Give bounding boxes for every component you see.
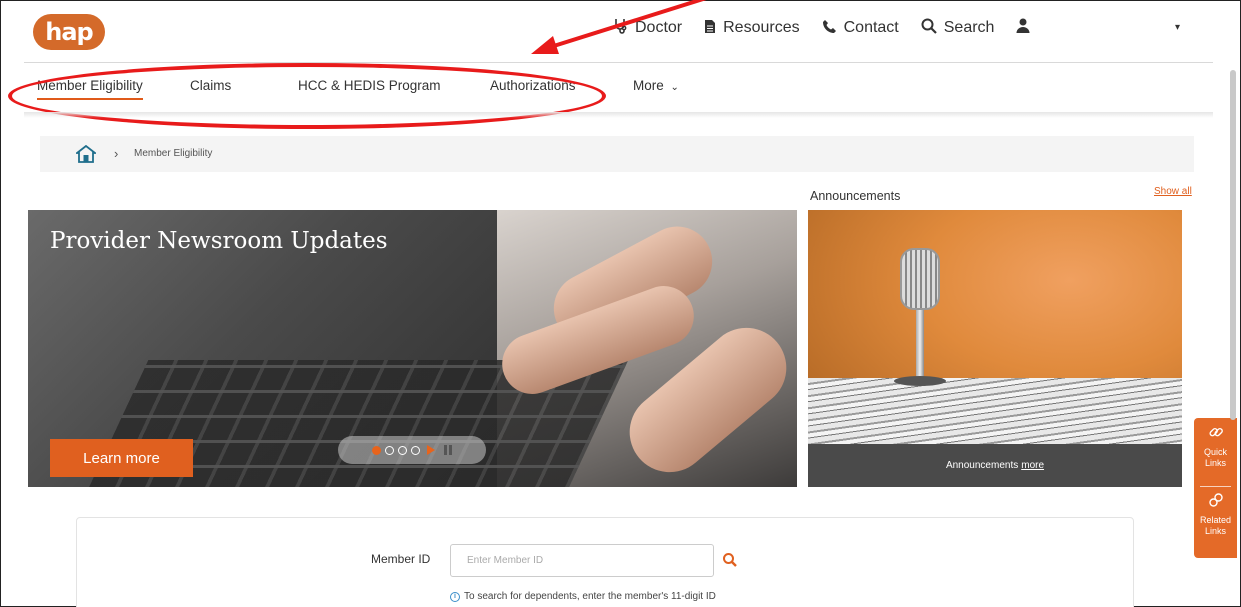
chevron-down-icon: ⌄ — [670, 82, 679, 93]
contact-link[interactable]: Contact — [822, 19, 899, 38]
carousel-dot[interactable] — [398, 445, 407, 455]
learn-more-button[interactable]: Learn more — [50, 439, 193, 477]
quick-links-label-2: Links — [1204, 458, 1226, 468]
microphone-base — [894, 376, 946, 386]
user-menu-caret-icon[interactable]: ▾ — [1175, 22, 1180, 33]
hap-logo[interactable]: hap — [33, 14, 105, 50]
search-label: Search — [943, 19, 995, 36]
phone-icon — [822, 19, 837, 38]
member-id-hint: i To search for dependents, enter the me… — [450, 591, 716, 602]
announcements-card[interactable]: Announcements more — [808, 210, 1182, 487]
hero-carousel[interactable]: Provider Newsroom Updates Learn more — [28, 210, 797, 487]
member-id-hint-text: To search for dependents, enter the memb… — [464, 591, 716, 602]
link-icon — [1208, 424, 1224, 447]
search-icon — [921, 18, 937, 38]
quick-links-tab[interactable]: Quick Links — [1194, 424, 1237, 469]
member-search-icon[interactable] — [722, 552, 738, 568]
side-tab-divider — [1200, 486, 1231, 487]
info-icon: i — [450, 591, 460, 602]
related-links-label-2: Links — [1204, 526, 1226, 536]
announcements-title: Announcements — [810, 189, 901, 203]
side-links-tab: Quick Links Related Links — [1194, 418, 1237, 558]
nav-shadow — [24, 112, 1213, 118]
newspapers-graphic — [808, 378, 1182, 444]
play-icon[interactable] — [427, 445, 435, 455]
annotation-arrow-icon — [531, 0, 707, 54]
quick-links-label-1: Quick — [1203, 447, 1227, 457]
announcements-footer: Announcements more — [808, 444, 1182, 487]
pause-icon[interactable] — [444, 445, 452, 455]
chain-icon — [1208, 492, 1224, 515]
carousel-controls — [338, 436, 486, 464]
announcements-more-link[interactable]: more — [1021, 460, 1044, 471]
home-icon[interactable] — [76, 145, 96, 163]
carousel-dot[interactable] — [411, 445, 420, 455]
member-id-input[interactable] — [450, 544, 714, 577]
annotation-oval — [8, 63, 606, 129]
related-links-tab[interactable]: Related Links — [1194, 492, 1237, 537]
nav-more[interactable]: More ⌄ — [633, 78, 679, 93]
hero-title: Provider Newsroom Updates — [50, 228, 388, 254]
breadcrumb: › Member Eligibility — [40, 136, 1194, 172]
user-icon[interactable] — [1016, 18, 1030, 38]
related-links-label-1: Related — [1199, 515, 1232, 525]
breadcrumb-current: Member Eligibility — [134, 148, 213, 159]
microphone-image — [808, 210, 1182, 444]
contact-label: Contact — [843, 19, 899, 36]
nav-more-label: More — [633, 78, 664, 93]
header-divider — [24, 62, 1213, 63]
announcements-footer-text: Announcements — [945, 460, 1019, 471]
microphone-icon — [900, 248, 940, 310]
microphone-stand — [916, 310, 924, 382]
carousel-dot[interactable] — [372, 445, 381, 455]
member-id-label: Member ID — [371, 552, 431, 566]
show-all-link[interactable]: Show all — [1154, 186, 1192, 197]
page-scrollbar[interactable] — [1230, 70, 1236, 420]
breadcrumb-separator-icon: › — [114, 146, 119, 161]
search-link[interactable]: Search — [921, 18, 995, 38]
carousel-dot[interactable] — [385, 445, 394, 455]
